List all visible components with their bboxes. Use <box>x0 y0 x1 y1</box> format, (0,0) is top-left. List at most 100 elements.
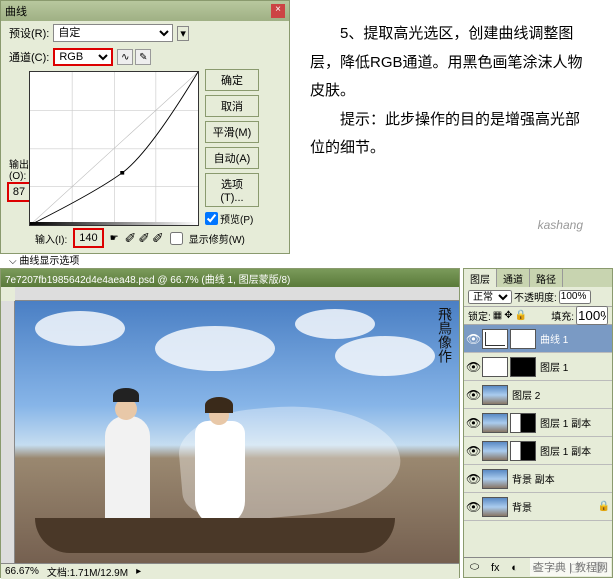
lock-label: 锁定: <box>468 308 491 323</box>
layer-name[interactable]: 背景 副本 <box>510 471 610 486</box>
output-value[interactable]: 87 <box>7 182 31 202</box>
pencil-tool-icon[interactable]: ✎ <box>135 49 151 65</box>
ps-title-bar[interactable]: 7e7207fb1985642d4e4aea48.psd @ 66.7% (曲线… <box>1 269 459 287</box>
logo-overlay: 飛鳥像作 <box>433 307 453 363</box>
watermark-bottom: 查字典 | 教程网 <box>530 558 611 576</box>
visibility-icon[interactable]: 👁 <box>466 388 480 402</box>
layer-list: 👁 曲线 1 👁 图层 1 👁 图层 2 👁 图层 1 副本 <box>464 325 612 557</box>
visibility-icon[interactable]: 👁 <box>466 360 480 374</box>
blend-mode-select[interactable]: 正常 <box>468 290 512 304</box>
close-icon[interactable]: × <box>271 4 285 18</box>
layer-item[interactable]: 👁 图层 1 副本 <box>464 437 612 465</box>
visibility-icon[interactable]: 👁 <box>466 472 480 486</box>
curve-tool-icon[interactable]: ∿ <box>117 49 133 65</box>
layer-item[interactable]: 👁 图层 1 <box>464 353 612 381</box>
cancel-button[interactable]: 取消 <box>205 95 259 117</box>
lock-icon: 🔒 <box>598 501 610 512</box>
visibility-icon[interactable]: 👁 <box>466 444 480 458</box>
layer-thumb[interactable] <box>482 357 508 377</box>
canvas-image[interactable]: 飛鳥像作 <box>15 301 459 563</box>
layer-item[interactable]: 👁 背景 副本 <box>464 465 612 493</box>
status-chevron-icon[interactable]: ▸ <box>136 566 141 577</box>
ruler-horizontal[interactable] <box>15 287 459 301</box>
curves-dialog: 曲线 × 预设(R): 自定 ▾ 通道(C): RGB ∿ ✎ 输出(O): 8… <box>0 0 290 254</box>
ps-document-window: 7e7207fb1985642d4e4aea48.psd @ 66.7% (曲线… <box>0 268 460 578</box>
bride-figure <box>195 421 245 526</box>
groom-figure <box>105 416 150 526</box>
layers-panel: 图层 通道 路径 正常 不透明度: 锁定: ▦ ✥ 🔒 填充: 👁 曲线 1 <box>463 268 613 578</box>
ok-button[interactable]: 确定 <box>205 69 259 91</box>
lock-pixels-icon[interactable]: ▦ <box>493 310 502 321</box>
smooth-button[interactable]: 平滑(M) <box>205 121 259 143</box>
auto-button[interactable]: 自动(A) <box>205 147 259 169</box>
fx-icon[interactable]: fx <box>491 562 500 574</box>
cloud-shape <box>335 336 435 376</box>
layer-name[interactable]: 背景 <box>510 499 596 514</box>
doc-size: 文档:1.71M/12.9M <box>47 564 128 579</box>
show-clip-checkbox[interactable] <box>170 232 183 245</box>
cloud-shape <box>35 311 125 346</box>
layer-mask-thumb[interactable] <box>510 329 536 349</box>
curves-graph[interactable] <box>29 71 199 226</box>
tab-channels[interactable]: 通道 <box>497 269 530 287</box>
layer-item[interactable]: 👁 背景 🔒 <box>464 493 612 521</box>
eyedropper-black-icon[interactable]: ✐ <box>125 230 137 247</box>
lock-position-icon[interactable]: ✥ <box>504 310 512 321</box>
tab-paths[interactable]: 路径 <box>530 269 563 287</box>
preset-menu-icon[interactable]: ▾ <box>177 26 189 41</box>
layer-name[interactable]: 图层 1 <box>538 359 610 374</box>
layer-thumb[interactable] <box>482 497 508 517</box>
visibility-icon[interactable]: 👁 <box>466 416 480 430</box>
eyedropper-white-icon[interactable]: ✐ <box>152 230 164 247</box>
channel-select[interactable]: RGB <box>53 48 113 66</box>
layer-name[interactable]: 图层 1 副本 <box>538 443 610 458</box>
finger-tool-icon[interactable]: ☛ <box>110 233 119 244</box>
visibility-icon[interactable]: 👁 <box>466 332 480 346</box>
layer-thumb[interactable] <box>482 413 508 433</box>
show-clip-label: 显示修剪(W) <box>189 231 245 246</box>
lock-all-icon[interactable]: 🔒 <box>515 310 527 321</box>
layer-name[interactable]: 图层 1 副本 <box>538 415 610 430</box>
fill-label: 填充: <box>551 308 574 323</box>
options-button[interactable]: 选项(T)... <box>205 173 259 207</box>
layer-mask-thumb[interactable] <box>510 413 536 433</box>
ruler-vertical[interactable] <box>1 301 15 563</box>
zoom-level[interactable]: 66.67% <box>5 566 39 577</box>
boat-shape <box>35 518 395 553</box>
ps-doc-title: 7e7207fb1985642d4e4aea48.psd @ 66.7% (曲线… <box>5 271 290 286</box>
layer-thumb[interactable] <box>482 329 508 349</box>
preview-label: 预览(P) <box>220 211 253 226</box>
ps-status-bar: 66.67% 文档:1.71M/12.9M ▸ <box>1 563 459 579</box>
input-value[interactable]: 140 <box>73 228 103 248</box>
channel-label: 通道(C): <box>9 49 49 65</box>
opacity-input[interactable] <box>559 290 591 304</box>
watermark-mid: kashang <box>538 218 583 232</box>
cloud-shape <box>295 309 375 339</box>
instruction-p1: 5、提取高光选区，创建曲线调整图层，降低RGB通道。用黑色画笔涂沫人物皮肤。 <box>310 20 593 106</box>
layer-mask-thumb[interactable] <box>510 357 536 377</box>
dialog-title: 曲线 <box>5 3 27 19</box>
layer-item[interactable]: 👁 图层 2 <box>464 381 612 409</box>
eyedropper-gray-icon[interactable]: ✐ <box>138 230 150 247</box>
layer-thumb[interactable] <box>482 469 508 489</box>
dialog-title-bar[interactable]: 曲线 × <box>1 1 289 21</box>
link-layers-icon[interactable]: ⬭ <box>470 561 479 574</box>
layer-item[interactable]: 👁 图层 1 副本 <box>464 409 612 437</box>
input-label: 输入(I): <box>35 231 67 246</box>
layer-thumb[interactable] <box>482 441 508 461</box>
layer-item[interactable]: 👁 曲线 1 <box>464 325 612 353</box>
layer-mask-thumb[interactable] <box>510 441 536 461</box>
curves-display-options[interactable]: ⌵ 曲线显示选项 <box>1 250 289 269</box>
fill-input[interactable] <box>576 306 608 325</box>
layer-thumb[interactable] <box>482 385 508 405</box>
opacity-label: 不透明度: <box>514 289 557 304</box>
preview-checkbox[interactable] <box>205 212 218 225</box>
output-label: 输出(O): <box>9 156 29 182</box>
tab-layers[interactable]: 图层 <box>464 269 497 287</box>
layer-name[interactable]: 曲线 1 <box>538 331 610 346</box>
preset-label: 预设(R): <box>9 25 49 41</box>
visibility-icon[interactable]: 👁 <box>466 500 480 514</box>
preset-select[interactable]: 自定 <box>53 24 173 42</box>
layer-name[interactable]: 图层 2 <box>510 387 610 402</box>
mask-icon[interactable]: ◐ <box>511 562 518 574</box>
